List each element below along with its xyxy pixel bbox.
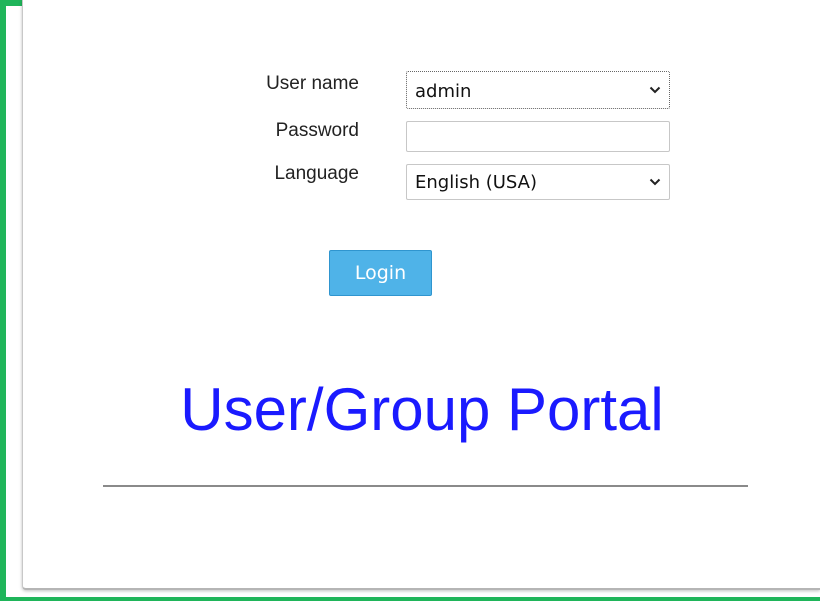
chevron-down-icon bbox=[649, 165, 661, 199]
portal-title: User/Group Portal bbox=[180, 376, 664, 443]
username-value: admin bbox=[415, 81, 472, 102]
login-button[interactable]: Login bbox=[329, 250, 432, 296]
username-label: User name bbox=[266, 73, 359, 94]
language-value: English (USA) bbox=[415, 172, 538, 193]
password-label: Password bbox=[275, 120, 359, 141]
chevron-down-icon bbox=[649, 72, 661, 108]
username-select[interactable]: admin bbox=[406, 71, 670, 109]
password-field[interactable] bbox=[406, 121, 670, 152]
divider bbox=[103, 485, 748, 487]
login-panel: User name admin Password Language Englis… bbox=[22, 0, 820, 590]
language-label: Language bbox=[274, 163, 359, 184]
language-select[interactable]: English (USA) bbox=[406, 164, 670, 200]
